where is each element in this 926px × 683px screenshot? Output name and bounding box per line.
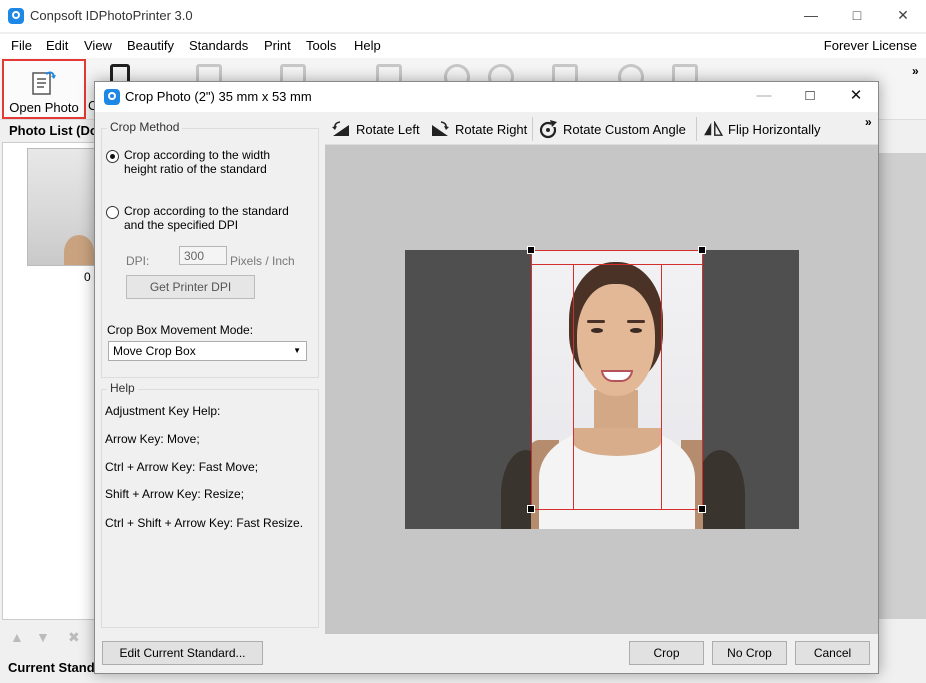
crop-guide-vertical	[661, 264, 662, 510]
rotate-right-button[interactable]: Rotate Right	[430, 120, 527, 138]
crop-option-ratio[interactable]: Crop according to the width height ratio…	[106, 148, 304, 176]
menu-beautify[interactable]: Beautify	[127, 38, 174, 53]
rotate-custom-label: Rotate Custom Angle	[563, 121, 686, 137]
flip-horizontal-button[interactable]: Flip Horizontally	[703, 120, 820, 138]
dialog-close-icon[interactable]: ✕	[833, 82, 879, 112]
crop-photo-dialog: Crop Photo (2") 35 mm x 53 mm — □ ✕ Crop…	[94, 81, 879, 674]
dialog-title: Crop Photo (2") 35 mm x 53 mm	[125, 89, 312, 104]
rotate-custom-button[interactable]: Rotate Custom Angle	[538, 120, 686, 139]
movement-mode-value: Move Crop Box	[113, 344, 196, 358]
open-photo-icon	[32, 71, 56, 95]
crop-guide-horizontal	[532, 264, 702, 265]
photo-list-panel	[2, 142, 97, 620]
rotate-left-icon	[332, 121, 349, 136]
thumbnail-person	[64, 235, 94, 265]
crop-button[interactable]: Crop	[629, 641, 704, 665]
movement-mode-label: Crop Box Movement Mode:	[107, 323, 254, 337]
help-line: Adjustment Key Help:	[105, 404, 221, 418]
open-photo-button[interactable]: Open Photo	[2, 59, 86, 119]
toolbar-separator	[532, 117, 533, 141]
crop-option-ratio-radio[interactable]	[106, 150, 119, 163]
dialog-button-row: Edit Current Standard... Crop No Crop Ca…	[95, 634, 878, 673]
dpi-label: DPI:	[126, 254, 150, 268]
crop-handle-top-left[interactable]	[527, 246, 535, 254]
current-standard-label: Current Stand	[8, 660, 95, 675]
crop-method-title: Crop Method	[107, 120, 183, 134]
crop-handle-bottom-left[interactable]	[527, 505, 535, 513]
menu-view[interactable]: View	[84, 38, 112, 53]
help-line: Ctrl + Arrow Key: Fast Move;	[105, 460, 259, 474]
main-right-area	[878, 121, 926, 651]
rotate-right-label: Rotate Right	[455, 121, 528, 137]
photo-list-tools: ▲ ▼ ✖	[2, 621, 95, 653]
dialog-maximize-icon[interactable]: □	[787, 82, 833, 112]
app-logo-icon	[8, 8, 24, 24]
crop-method-group: Crop Method Crop according to the width …	[101, 120, 319, 378]
rotate-custom-icon	[539, 120, 558, 139]
minimize-icon[interactable]: —	[788, 0, 834, 32]
crop-preview-canvas	[325, 145, 878, 634]
dialog-app-icon	[104, 89, 120, 105]
menu-tools[interactable]: Tools	[306, 38, 336, 53]
photo-list-header: Photo List (Do	[2, 121, 97, 141]
main-preview-area	[878, 153, 926, 619]
license-label: Forever License	[823, 38, 917, 53]
crop-option-dpi-label: Crop according to the standard and the s…	[124, 204, 289, 232]
crop-option-dpi[interactable]: Crop according to the standard and the s…	[106, 204, 304, 232]
dpi-unit-label: Pixels / Inch	[230, 254, 295, 268]
app-title: Conpsoft IDPhotoPrinter 3.0	[30, 8, 193, 23]
open-photo-label: Open Photo	[9, 100, 79, 115]
dpi-input[interactable]: 300	[179, 246, 227, 265]
flip-horizontal-label: Flip Horizontally	[728, 121, 821, 137]
menu-help[interactable]: Help	[354, 38, 381, 53]
rotate-left-button[interactable]: Rotate Left	[331, 120, 420, 138]
crop-handle-top-right[interactable]	[698, 246, 706, 254]
crop-guide-vertical	[573, 264, 574, 510]
crop-option-ratio-label: Crop according to the width height ratio…	[124, 148, 271, 176]
menu-file[interactable]: File	[11, 38, 32, 53]
movement-mode-select[interactable]: Move Crop Box ▼	[108, 341, 307, 361]
no-crop-button[interactable]: No Crop	[712, 641, 787, 665]
toolbar-overflow-icon[interactable]: »	[912, 64, 919, 78]
help-title: Help	[107, 381, 138, 395]
help-line: Arrow Key: Move;	[105, 432, 200, 446]
thumbnail-label: 0	[84, 270, 91, 284]
menu-edit[interactable]: Edit	[46, 38, 68, 53]
delete-icon[interactable]: ✖	[68, 629, 84, 645]
get-printer-dpi-button[interactable]: Get Printer DPI	[126, 275, 255, 299]
toolbar-separator	[696, 117, 697, 141]
crop-options-panel: Crop Method Crop according to the width …	[101, 118, 321, 628]
help-line: Shift + Arrow Key: Resize;	[105, 487, 245, 501]
crop-handle-bottom-right[interactable]	[698, 505, 706, 513]
dialog-minimize-icon: —	[756, 87, 772, 104]
photo-thumbnail[interactable]	[27, 148, 97, 266]
crop-toolbar: Rotate Left Rotate Right Rotate Custom A…	[325, 113, 878, 145]
main-titlebar: Conpsoft IDPhotoPrinter 3.0 — □ ✕	[0, 0, 926, 32]
move-down-icon[interactable]: ▼	[36, 629, 52, 645]
flip-horizontal-icon	[704, 121, 723, 136]
rotate-right-icon	[432, 121, 449, 136]
close-icon[interactable]: ✕	[880, 0, 926, 32]
rotate-left-label: Rotate Left	[356, 121, 420, 137]
maximize-icon[interactable]: □	[834, 0, 880, 32]
menu-print[interactable]: Print	[264, 38, 291, 53]
dialog-toolbar-overflow-icon[interactable]: »	[865, 115, 872, 129]
menu-standards[interactable]: Standards	[189, 38, 248, 53]
cancel-button[interactable]: Cancel	[795, 641, 870, 665]
dialog-titlebar: Crop Photo (2") 35 mm x 53 mm — □ ✕	[95, 82, 878, 112]
chevron-down-icon: ▼	[293, 346, 301, 355]
help-line: Ctrl + Shift + Arrow Key: Fast Resize.	[105, 516, 304, 530]
crop-box[interactable]	[527, 246, 706, 513]
help-group: Help Adjustment Key Help: Arrow Key: Mov…	[101, 381, 319, 628]
edit-standard-button[interactable]: Edit Current Standard...	[102, 641, 263, 665]
menubar: File Edit View Beautify Standards Print …	[0, 34, 926, 58]
move-up-icon[interactable]: ▲	[10, 629, 26, 645]
crop-option-dpi-radio[interactable]	[106, 206, 119, 219]
